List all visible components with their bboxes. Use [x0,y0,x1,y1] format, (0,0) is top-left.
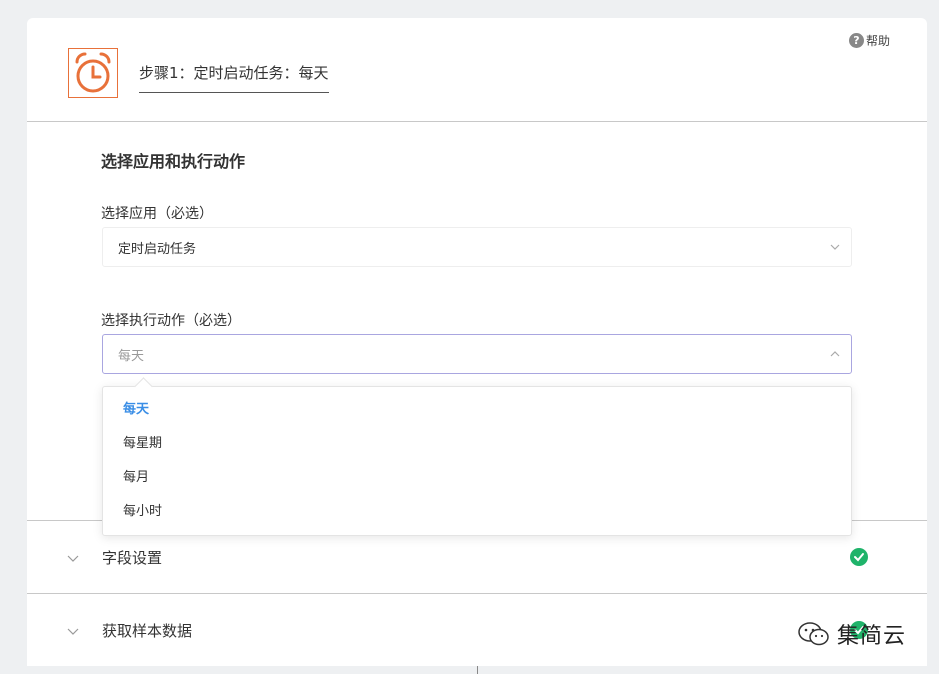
chevron-up-icon [830,351,840,357]
action-dropdown-menu: 每天 每星期 每月 每小时 [102,386,852,536]
watermark: 集简云 [797,618,906,650]
app-select[interactable]: 定时启动任务 [102,227,852,267]
dropdown-option-weekly[interactable]: 每星期 [103,427,851,461]
section-title: 选择应用和执行动作 [101,152,246,171]
check-circle-icon [850,548,868,566]
chevron-down-icon [830,244,840,250]
help-icon: ? [848,33,864,48]
step-header: 步骤1：定时启动任务：每天 ? 帮助 [27,18,927,122]
field-settings-label: 字段设置 [102,548,163,567]
workflow-step-card: 步骤1：定时启动任务：每天 ? 帮助 选择应用和执行动作 选择应用（必选） 定时… [27,18,927,666]
watermark-text: 集简云 [837,624,907,649]
dropdown-option-daily[interactable]: 每天 [103,393,851,427]
help-label: 帮助 [865,34,890,48]
app-select-value: 定时启动任务 [118,241,197,257]
help-link[interactable]: ? 帮助 [848,32,890,49]
action-select-placeholder: 每天 [118,348,145,364]
alarm-clock-icon [68,48,118,98]
collapse-sample-data[interactable]: 获取样本数据 [27,593,927,666]
step-title[interactable]: 步骤1：定时启动任务：每天 [139,62,329,93]
chevron-down-icon [67,555,79,562]
dropdown-option-monthly[interactable]: 每月 [103,461,851,495]
wechat-icon [798,622,829,646]
dropdown-option-hourly[interactable]: 每小时 [103,495,851,529]
connector-line [477,666,478,674]
chevron-down-icon [67,628,79,635]
sample-data-label: 获取样本数据 [102,621,193,640]
action-field-label: 选择执行动作（必选） [101,313,241,329]
action-select[interactable]: 每天 [102,334,852,374]
app-field-label: 选择应用（必选） [101,206,213,222]
